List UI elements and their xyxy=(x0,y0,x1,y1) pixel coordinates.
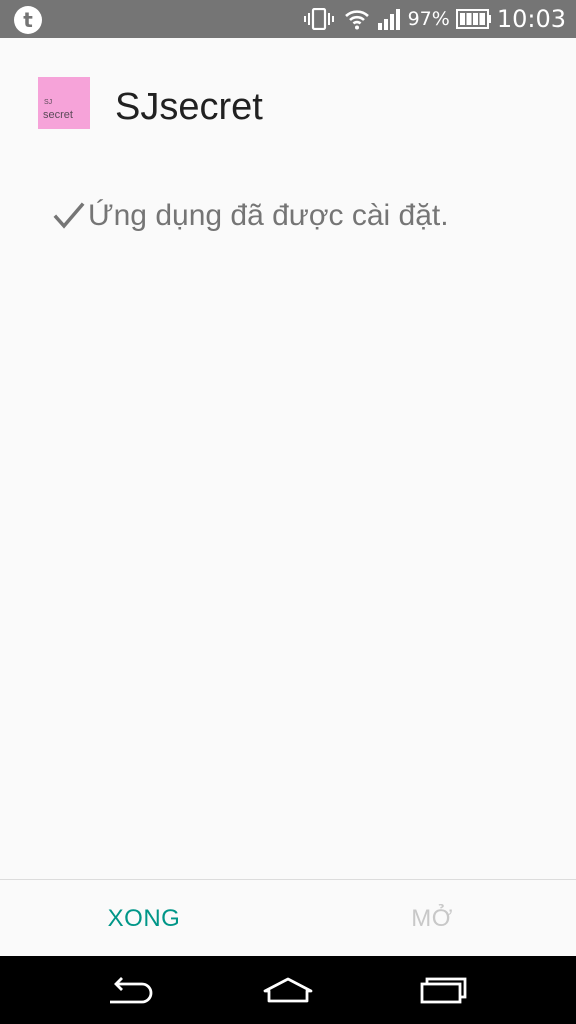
install-status: Ứng dụng đã được cài đặt. xyxy=(53,196,449,236)
open-button[interactable]: MỞ xyxy=(288,880,576,957)
clock: 10:03 xyxy=(496,5,566,33)
install-message: Ứng dụng đã được cài đặt. xyxy=(88,199,449,232)
install-complete-screen: t 97% 10:03 SJ secret SJsecret Ứng dụng … xyxy=(0,0,576,1024)
status-icons: 97% 10:03 xyxy=(303,0,566,38)
done-button[interactable]: XONG xyxy=(0,880,288,957)
app-icon-text-top: SJ xyxy=(44,99,53,106)
app-icon: SJ secret xyxy=(38,77,90,129)
wifi-icon xyxy=(344,8,370,30)
app-icon-text-bottom: secret xyxy=(43,109,73,121)
vibrate-icon xyxy=(303,8,334,30)
action-bar: XONG MỞ xyxy=(0,879,576,957)
status-bar: t 97% 10:03 xyxy=(0,0,576,38)
signal-icon xyxy=(377,8,402,30)
app-name: SJsecret xyxy=(115,86,263,128)
battery-percent: 97% xyxy=(407,8,450,30)
home-icon[interactable] xyxy=(238,956,338,1024)
navigation-bar xyxy=(0,956,576,1024)
recents-icon[interactable] xyxy=(394,956,494,1024)
checkmark-icon xyxy=(53,202,85,230)
tumblr-icon: t xyxy=(14,6,42,34)
back-icon[interactable] xyxy=(81,956,181,1024)
battery-icon xyxy=(455,9,492,29)
